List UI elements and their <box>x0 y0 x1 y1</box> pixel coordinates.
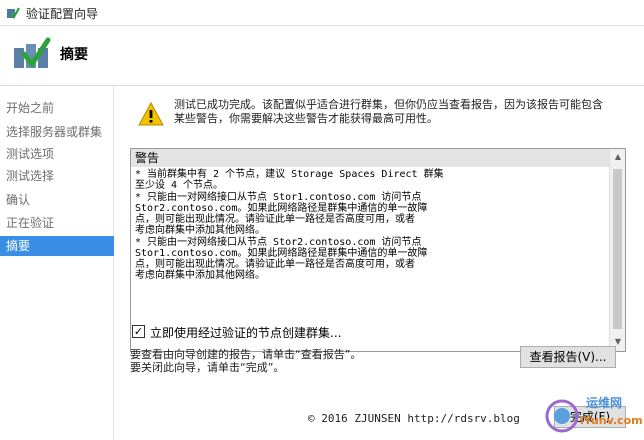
wizard-steps-sidebar: 开始之前 选择服务器或群集 测试选项 测试选择 确认 正在验证 摘要 <box>0 86 114 440</box>
wizard-app-icon <box>6 6 20 20</box>
sidebar-item-confirmation[interactable]: 确认 <box>0 190 114 210</box>
window-title: 验证配置向导 <box>26 7 99 21</box>
scroll-up-icon[interactable]: ▲ <box>613 152 623 162</box>
warning-icon <box>138 101 164 126</box>
watermark-text: © 2016 ZJUNSEN http://rdsrv.blog <box>308 412 520 425</box>
create-cluster-label[interactable]: 立即使用经过验证的节点创建群集... <box>150 324 341 341</box>
scrollbar-thumb[interactable] <box>613 169 622 329</box>
sidebar-item-testing-options[interactable]: 测试选项 <box>0 144 114 164</box>
instruction-line: 要查看由向导创建的报告，请单击“查看报告”。 <box>130 348 362 361</box>
log-scrollbar[interactable]: ▲ ▼ <box>609 149 625 351</box>
summary-message-line: 某些警告，你需要解决这些警告才能获得最高可用性。 <box>174 112 438 125</box>
watermark-logo-cn: 运维网 <box>586 396 623 410</box>
create-cluster-checkbox[interactable]: ✓ <box>132 325 145 338</box>
summary-message-line: 测试已成功完成。该配置似乎适合进行群集，但你仍应当查看报告，因为该报告可能包含 <box>174 98 603 111</box>
log-body: * 当前群集中有 2 个节点，建议 Storage Spaces Direct … <box>135 169 605 281</box>
globe-icon <box>545 399 579 433</box>
log-line: * 当前群集中有 2 个节点，建议 Storage Spaces Direct … <box>135 169 444 180</box>
sidebar-item-select-servers[interactable]: 选择服务器或群集 <box>0 122 114 142</box>
summary-panel: 测试已成功完成。该配置似乎适合进行群集，但你仍应当查看报告，因为该报告可能包含 … <box>118 86 644 440</box>
view-report-button[interactable]: 查看报告(V)... <box>520 346 616 368</box>
watermark-logo-en: iYunv.com <box>580 414 643 427</box>
log-line: 点，则可能出现此情况。请验证此单一路径是否高度可用，或者 <box>135 214 415 225</box>
instructions: 要查看由向导创建的报告，请单击“查看报告”。 要关闭此向导，请单击“完成”。 <box>130 348 510 374</box>
warnings-log-box[interactable]: 警告 * 当前群集中有 2 个节点，建议 Storage Spaces Dire… <box>130 148 626 352</box>
log-line: 考虑向群集中添加其他网络。 <box>135 225 265 236</box>
sidebar-item-summary[interactable]: 摘要 <box>0 236 114 256</box>
log-line: 点，则可能出现此情况。请验证此单一路径是否高度可用，或者 <box>135 259 415 270</box>
log-line: * 只能由一对网络接口从节点 Stor1.contoso.com 访问节点 <box>135 192 422 203</box>
cluster-check-icon <box>12 34 52 74</box>
page-title: 摘要 <box>60 47 88 63</box>
log-line: * 只能由一对网络接口从节点 Stor2.contoso.com 访问节点 <box>135 237 422 248</box>
watermark-logo: 运维网 iYunv.com <box>540 392 644 440</box>
sidebar-item-before-you-begin[interactable]: 开始之前 <box>0 98 114 118</box>
log-line: 至少设 4 个节点。 <box>135 180 224 191</box>
title-bar: 验证配置向导 <box>0 0 644 26</box>
summary-message: 测试已成功完成。该配置似乎适合进行群集，但你仍应当查看报告，因为该报告可能包含 … <box>174 98 634 126</box>
wizard-header: 摘要 <box>0 26 644 86</box>
log-line: Stor1.contoso.com。如果此网络路径是群集中通信的单一故障 <box>135 248 428 259</box>
sidebar-item-test-selection[interactable]: 测试选择 <box>0 166 114 186</box>
sidebar-item-validating[interactable]: 正在验证 <box>0 213 114 233</box>
log-header: 警告 <box>131 149 609 167</box>
log-line: Stor2.contoso.com。如果此网络路径是群集中通信的单一故障 <box>135 203 428 214</box>
log-line: 考虑向群集中添加其他网络。 <box>135 270 265 281</box>
instruction-line: 要关闭此向导，请单击“完成”。 <box>130 361 285 374</box>
